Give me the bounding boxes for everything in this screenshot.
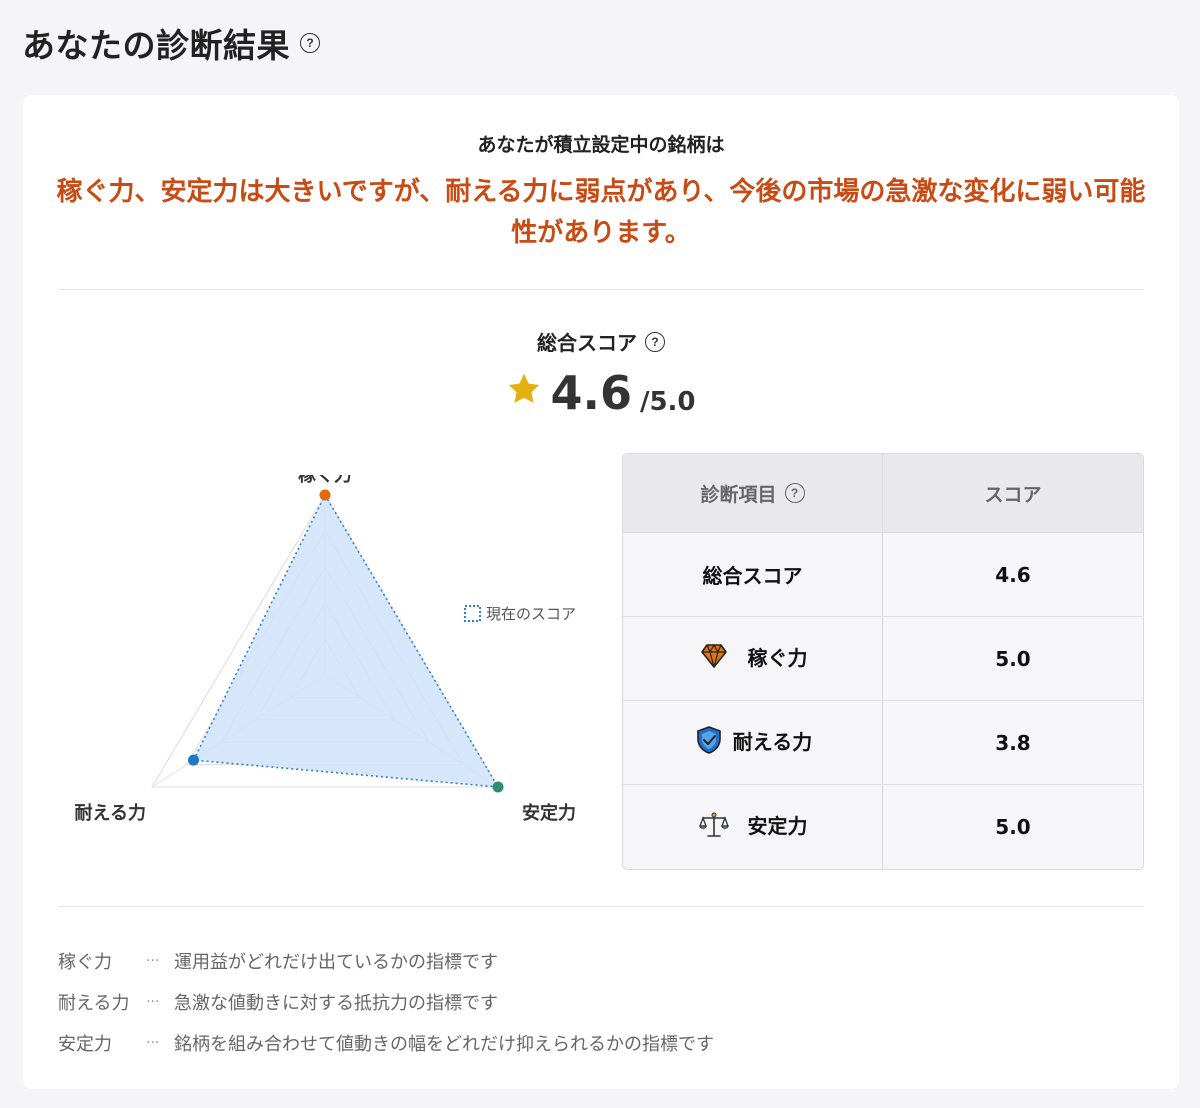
- row-score: 5.0: [995, 815, 1031, 839]
- question-circle-icon[interactable]: ?: [300, 33, 320, 53]
- note-separator: ···: [146, 952, 160, 969]
- overall-score-value: 4.6: [550, 366, 632, 420]
- radar-axis-label: 安定力: [522, 802, 576, 824]
- row-score: 3.8: [883, 701, 1143, 785]
- divider: [58, 289, 1144, 290]
- page-title: あなたの診断結果: [22, 26, 290, 65]
- note-description: 運用益がどれだけ出ているかの指標です: [174, 951, 498, 973]
- result-card: あなたが積立設定中の銘柄は 稼ぐ力、安定力は大きいですが、耐える力に弱点があり、…: [23, 95, 1179, 1089]
- shield-check-icon: [696, 726, 721, 754]
- score-table: 診断項目 ? スコア 総合スコア 4.6 稼ぐ力 5.0 耐える力 3.8 安定…: [622, 453, 1144, 870]
- question-circle-icon[interactable]: ?: [784, 483, 805, 503]
- row-label-text: 耐える力: [732, 729, 813, 754]
- overall-score-header: 総合スコア ?: [23, 327, 1179, 356]
- star-icon: [509, 373, 540, 403]
- note-term: 稼ぐ力: [58, 951, 112, 973]
- row-label: 耐える力: [623, 701, 883, 785]
- note-item: 安定力 ··· 銘柄を組み合わせて値動きの幅をどれだけ抑えられるかの指標です: [58, 1022, 714, 1063]
- header-item: 診断項目 ?: [623, 454, 883, 533]
- row-label: 安定力: [623, 785, 883, 869]
- radar-axis-label: 耐える力: [75, 802, 146, 824]
- table-row: 安定力 5.0: [623, 785, 1143, 869]
- legend-label: 現在のスコア: [486, 605, 576, 623]
- overall-score: 4.6 /5.0: [23, 365, 1179, 421]
- summary-message: 稼ぐ力、安定力は大きいですが、耐える力に弱点があり、今後の市場の急激な変化に弱い…: [56, 177, 1146, 248]
- row-score: 4.6: [883, 533, 1143, 617]
- overall-score-max: /5.0: [639, 387, 696, 417]
- row-label: 総合スコア: [623, 533, 883, 617]
- table-row: 耐える力 3.8: [623, 701, 1143, 785]
- summary: あなたが積立設定中の銘柄は 稼ぐ力、安定力は大きいですが、耐える力に弱点があり、…: [23, 130, 1179, 254]
- radar-point: [492, 781, 504, 793]
- row-label-text: 稼ぐ力: [747, 645, 808, 670]
- note-item: 稼ぐ力 ··· 運用益がどれだけ出ているかの指標です: [58, 940, 714, 981]
- note-separator: ···: [146, 1034, 160, 1051]
- table-row: 稼ぐ力 5.0: [623, 617, 1143, 701]
- note-term: 耐える力: [58, 992, 130, 1014]
- table-header-row: 診断項目 ? スコア: [623, 454, 1143, 533]
- header-score: スコア: [883, 454, 1143, 533]
- radar-legend: 現在のスコア: [464, 605, 576, 623]
- divider: [58, 906, 1144, 907]
- header-item-label: 診断項目: [700, 483, 777, 506]
- diamond-icon: [700, 643, 727, 668]
- note-term: 安定力: [58, 1033, 112, 1055]
- row-label-text: 安定力: [747, 814, 808, 838]
- summary-lead: あなたが積立設定中の銘柄は: [477, 134, 725, 156]
- notes: 稼ぐ力 ··· 運用益がどれだけ出ているかの指標です 耐える力 ··· 急激な値…: [58, 940, 714, 1063]
- note-item: 耐える力 ··· 急激な値動きに対する抵抗力の指標です: [58, 981, 714, 1022]
- radar-chart: 稼ぐ力安定力 耐える力 現在のスコア: [75, 475, 576, 824]
- row-score: 5.0: [883, 617, 1143, 701]
- note-separator: ···: [146, 993, 160, 1010]
- note-description: 銘柄を組み合わせて値動きの幅をどれだけ抑えられるかの指標です: [174, 1033, 714, 1055]
- radar-point: [319, 489, 331, 501]
- overall-score-label: 総合スコア: [537, 331, 637, 355]
- row-label-text: 総合スコア: [702, 564, 803, 588]
- radar-series-area: [192, 493, 500, 788]
- page-header: あなたの診断結果 ?: [22, 20, 320, 66]
- legend-swatch: [464, 605, 481, 622]
- radar-axis-label: 稼ぐ力: [298, 475, 352, 486]
- balance-scale-icon: [698, 812, 729, 837]
- row-label: 稼ぐ力: [623, 617, 883, 701]
- radar-series: [188, 489, 504, 793]
- question-circle-icon[interactable]: ?: [645, 331, 665, 352]
- radar-point: [188, 754, 200, 766]
- table-row: 総合スコア 4.6: [623, 533, 1143, 617]
- note-description: 急激な値動きに対する抵抗力の指標です: [174, 992, 498, 1014]
